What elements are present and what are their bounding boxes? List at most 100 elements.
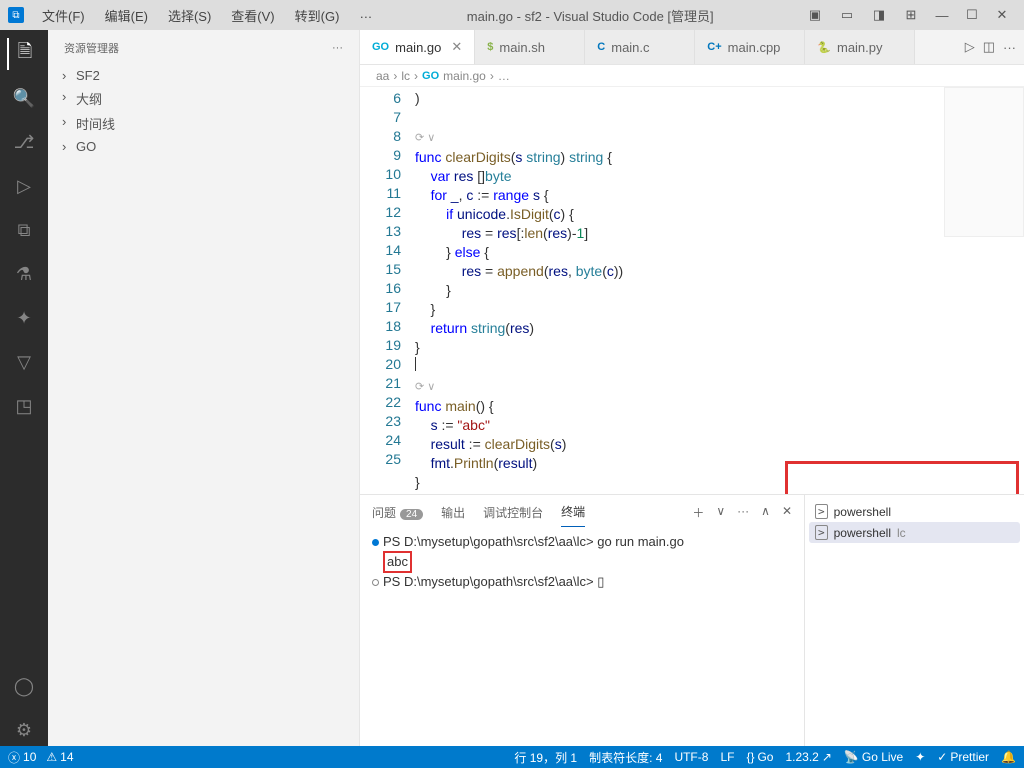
file-icon: GO (422, 70, 439, 82)
tab-problems[interactable]: 问题24 (372, 498, 423, 527)
testing-icon[interactable]: ⚗ (8, 258, 40, 290)
terminal-entry[interactable]: >powershell (809, 501, 1020, 522)
terminal-icon: > (815, 525, 828, 540)
tree-item[interactable]: SF2 (56, 65, 351, 86)
menu-item[interactable]: 转到(G) (287, 4, 348, 27)
breadcrumb-item[interactable]: … (498, 69, 510, 83)
terminal-output[interactable]: PS D:\mysetup\gopath\src\sf2\aa\lc> go r… (360, 529, 804, 595)
sidebar: 资源管理器 ··· SF2大纲时间线GO (48, 30, 360, 746)
editor-tabs: GO main.go ✕ $ main.sh Cmain.c C+ main.cpp 🐍 main… (360, 30, 1024, 65)
tree-item[interactable]: GO (56, 136, 351, 157)
indent-info[interactable]: 制表符长度: 4 (589, 749, 662, 766)
account-icon[interactable]: ◯ (8, 670, 40, 702)
split-editor-icon[interactable]: ◫ (983, 39, 995, 55)
tab-label: main.sh (499, 40, 545, 55)
minimize-button[interactable]: — (928, 4, 956, 26)
tree-item[interactable]: 时间线 (56, 111, 351, 136)
breadcrumb[interactable]: aa›lc›GO main.go›… (360, 65, 1024, 87)
maximize-button[interactable]: ☐ (958, 4, 986, 26)
warnings-count[interactable]: ⚠ 14 (46, 750, 73, 764)
tab-label: main.go (395, 40, 441, 55)
breadcrumb-item[interactable]: main.go (443, 69, 486, 83)
editor-area: GO main.go ✕ $ main.sh Cmain.c C+ main.cpp 🐍 main… (360, 30, 1024, 746)
sidebar-title: 资源管理器 (64, 40, 119, 56)
close-button[interactable]: ✕ (988, 4, 1016, 26)
vscode-logo-icon: ⧉ (8, 7, 24, 23)
tab-label: main.py (837, 40, 883, 55)
filter-icon[interactable]: ▽ (8, 346, 40, 378)
extensions-icon[interactable]: ⧉ (8, 214, 40, 246)
panel-tabs: 问题24 输出 调试控制台 终端 ＋ ∨ ··· ∧ ✕ (360, 495, 804, 529)
editor-tab[interactable]: 🐍 main.py (805, 30, 915, 64)
title-actions: ▣ ▭ ◨ ⊞ — ☐ ✕ (800, 4, 1016, 26)
file-icon: C (597, 41, 605, 53)
run-debug-icon[interactable]: ▷ (8, 170, 40, 202)
tab-label: main.cpp (728, 40, 781, 55)
file-icon: C+ (707, 41, 721, 53)
tanzu-status-icon[interactable]: ✦ (915, 750, 925, 764)
split-terminal-dropdown-icon[interactable]: ∨ (716, 504, 725, 521)
layout-sidebar-icon[interactable]: ◨ (864, 4, 894, 26)
code-content[interactable]: ) ⟳ ∨func clearDigits(s string) string {… (415, 87, 1024, 494)
more-icon[interactable]: ··· (1003, 40, 1016, 55)
line-numbers: 678910111213141516171819202122232425 (360, 87, 415, 494)
editor-tab[interactable]: GO main.go ✕ (360, 30, 475, 64)
menu-item[interactable]: 编辑(E) (97, 4, 156, 27)
run-icon[interactable]: ▷ (965, 39, 975, 55)
tab-terminal[interactable]: 终端 (561, 497, 585, 527)
more-icon[interactable]: ··· (332, 42, 343, 54)
minimap[interactable] (944, 87, 1024, 237)
menu-item[interactable]: … (351, 4, 380, 27)
prettier[interactable]: ✓ Prettier (937, 750, 989, 764)
editor-tab[interactable]: Cmain.c (585, 30, 695, 64)
remote-icon[interactable]: ◳ (8, 390, 40, 422)
eol[interactable]: LF (720, 750, 734, 764)
errors-count[interactable]: ⓧ 10 (8, 749, 36, 766)
breadcrumb-item[interactable]: lc (401, 69, 410, 83)
titlebar: ⧉ 文件(F)编辑(E)选择(S)查看(V)转到(G)… main.go - s… (0, 0, 1024, 30)
language-mode[interactable]: {} Go (746, 750, 773, 764)
close-panel-icon[interactable]: ✕ (782, 504, 792, 521)
go-live[interactable]: 📡 Go Live (844, 750, 903, 764)
editor-tab[interactable]: $ main.sh (475, 30, 585, 64)
statusbar: ⓧ 10 ⚠ 14 行 19，列 1 制表符长度: 4 UTF-8 LF {} … (0, 746, 1024, 768)
terminal-list: >powershell>powershell lc (804, 495, 1024, 746)
new-terminal-icon[interactable]: ＋ (692, 504, 704, 521)
breadcrumb-item[interactable]: aa (376, 69, 389, 83)
terminal-entry[interactable]: >powershell lc (809, 522, 1020, 543)
explorer-tree: SF2大纲时间线GO (48, 65, 359, 157)
file-icon: $ (487, 41, 493, 53)
menu-item[interactable]: 选择(S) (160, 4, 219, 27)
encoding[interactable]: UTF-8 (674, 750, 708, 764)
source-control-icon[interactable]: ⎇ (8, 126, 40, 158)
bottom-panel: 问题24 输出 调试控制台 终端 ＋ ∨ ··· ∧ ✕ PS D:\myset… (360, 494, 1024, 746)
tanzu-icon[interactable]: ✦ (8, 302, 40, 334)
close-icon[interactable]: ✕ (451, 39, 462, 55)
tab-output[interactable]: 输出 (441, 498, 465, 527)
menu-item[interactable]: 文件(F) (34, 4, 93, 27)
layout-panel-icon[interactable]: ▭ (832, 4, 862, 26)
main-menu: 文件(F)编辑(E)选择(S)查看(V)转到(G)… (34, 4, 380, 27)
settings-icon[interactable]: ⚙ (8, 714, 40, 746)
editor-tab[interactable]: C+ main.cpp (695, 30, 805, 64)
menu-item[interactable]: 查看(V) (223, 4, 282, 27)
cursor-position[interactable]: 行 19，列 1 (514, 749, 577, 766)
tree-item[interactable]: 大纲 (56, 86, 351, 111)
tab-debug[interactable]: 调试控制台 (483, 498, 543, 527)
customize-layout-icon[interactable]: ⊞ (896, 4, 926, 26)
more-actions-icon[interactable]: ··· (737, 504, 749, 521)
activity-bar: 🗎 🔍 ⎇ ▷ ⧉ ⚗ ✦ ▽ ◳ ◯ ⚙ (0, 30, 48, 746)
explorer-icon[interactable]: 🗎 (7, 38, 39, 70)
go-version[interactable]: 1.23.2 ↗ (785, 750, 831, 764)
code-editor[interactable]: 678910111213141516171819202122232425 ) ⟳… (360, 87, 1024, 494)
window-title: main.go - sf2 - Visual Studio Code [管理员] (380, 6, 800, 25)
tab-label: main.c (611, 40, 649, 55)
file-icon: GO (372, 41, 389, 53)
maximize-panel-icon[interactable]: ∧ (761, 504, 770, 521)
layout-primary-icon[interactable]: ▣ (800, 4, 830, 26)
notifications-icon[interactable]: 🔔 (1001, 750, 1016, 764)
sidebar-header: 资源管理器 ··· (48, 30, 359, 65)
file-icon: 🐍 (817, 41, 831, 54)
terminal-icon: > (815, 504, 828, 519)
search-icon[interactable]: 🔍 (8, 82, 40, 114)
